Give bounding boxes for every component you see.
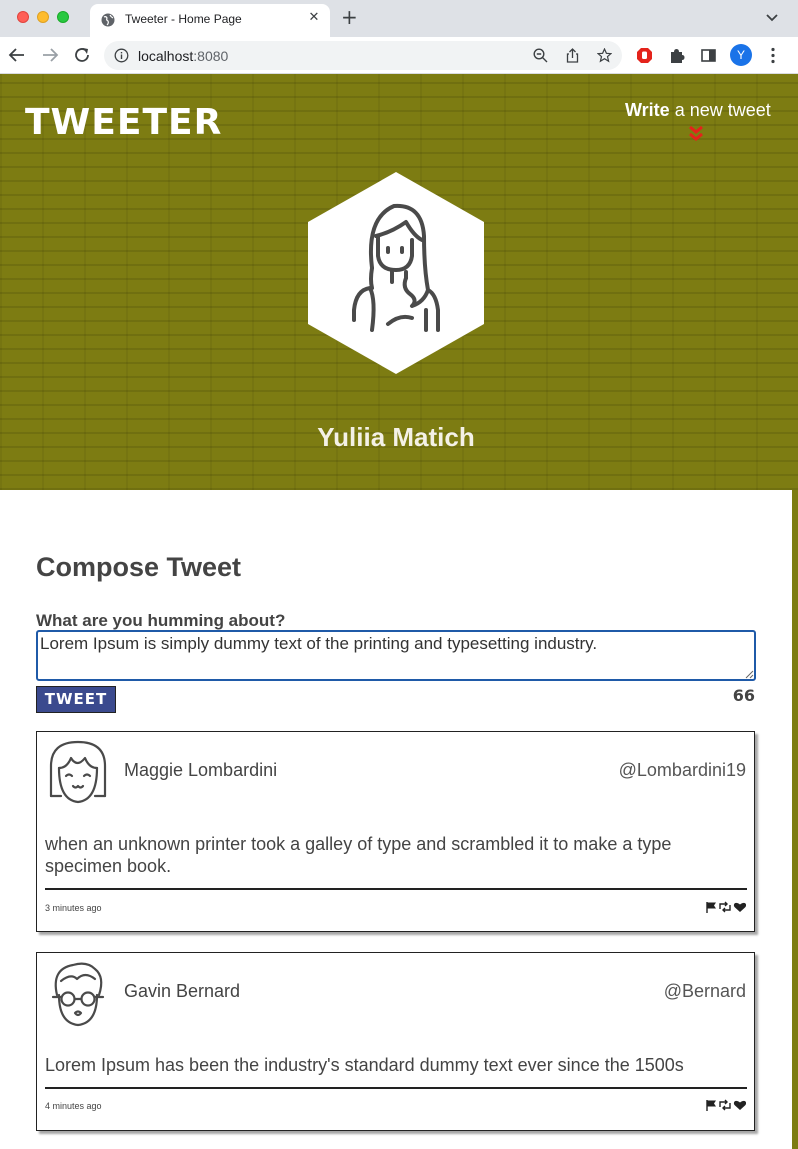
tweet-author-name: Maggie Lombardini: [124, 760, 278, 780]
write-new-tweet-link[interactable]: Write a new tweet: [625, 100, 771, 121]
write-label-bold: Write: [625, 100, 670, 120]
tweet-text: Lorem Ipsum has been the industry's stan…: [45, 1055, 684, 1075]
tweet-submit-button[interactable]: TWEET: [36, 686, 116, 713]
close-tab-icon[interactable]: ✕: [306, 10, 322, 26]
heart-icon[interactable]: [733, 902, 746, 912]
site-info-icon[interactable]: [114, 48, 129, 63]
browser-tab-bar: Tweeter - Home Page ✕ +: [0, 0, 798, 37]
share-icon[interactable]: [565, 48, 580, 63]
profile-user-name: Yuliia Matich: [317, 422, 475, 452]
tweet-author-handle: @Lombardini19: [618, 760, 746, 780]
close-window-button[interactable]: [17, 11, 29, 23]
retweet-icon[interactable]: [719, 1099, 731, 1111]
heart-icon[interactable]: [733, 1100, 746, 1110]
boy-glasses-avatar-icon: [51, 962, 105, 1027]
brand-logo[interactable]: TWEETER: [25, 102, 222, 144]
tweet-timestamp: 4 minutes ago: [45, 1101, 102, 1111]
tweet-author-handle: @Bernard: [663, 981, 746, 1001]
new-tab-button[interactable]: +: [341, 7, 358, 27]
tweet-actions: [706, 1099, 746, 1111]
compose-label: What are you humming about?: [36, 611, 286, 630]
back-arrow-icon[interactable]: [8, 46, 26, 64]
character-counter: 66: [732, 686, 755, 705]
tweet-actions: [706, 901, 746, 913]
tweet-text: when an unknown printer took a galley of…: [45, 834, 672, 876]
compose-title: Compose Tweet: [36, 552, 242, 582]
url-text: localhost:8080: [138, 48, 228, 64]
url-port: :8080: [193, 48, 229, 64]
resize-handle-icon[interactable]: [745, 670, 754, 679]
girl-bangs-avatar-icon: [49, 740, 107, 804]
extensions-puzzle-icon[interactable]: [668, 47, 685, 64]
zoom-window-button[interactable]: [57, 11, 69, 23]
flag-icon[interactable]: [706, 902, 716, 913]
stop-hand-extension-icon[interactable]: [636, 47, 653, 64]
forward-arrow-icon[interactable]: [41, 46, 59, 64]
tweet-author-name: Gavin Bernard: [124, 981, 241, 1001]
tweet-card: Maggie Lombardini @Lombardini19 when an …: [36, 731, 755, 932]
minimize-window-button[interactable]: [37, 11, 49, 23]
bookmark-star-icon[interactable]: [597, 48, 612, 63]
url-host: localhost: [138, 48, 194, 64]
profile-avatar-button[interactable]: Y: [730, 44, 752, 66]
tweet-divider: [45, 1087, 747, 1089]
profile-avatar-hexagon: [308, 172, 484, 374]
browser-toolbar: localhost:8080 Y: [0, 37, 798, 74]
write-label-rest: a new tweet: [669, 100, 771, 120]
globe-icon: [101, 13, 115, 27]
address-bar[interactable]: localhost:8080: [104, 41, 622, 70]
tweet-card: Gavin Bernard @Bernard Lorem Ipsum has b…: [36, 952, 755, 1131]
retweet-icon[interactable]: [719, 901, 731, 913]
tab-title: Tweeter - Home Page: [125, 12, 242, 26]
flag-icon[interactable]: [706, 1100, 716, 1111]
tweet-divider: [45, 888, 747, 890]
page-header: TWEETER Write a new tweet Yuliia Matich: [0, 74, 798, 490]
zoom-out-icon[interactable]: [533, 48, 548, 63]
side-panel-icon[interactable]: [700, 47, 717, 64]
tweet-text-input[interactable]: Lorem Ipsum is simply dummy text of the …: [36, 630, 756, 681]
more-menu-icon[interactable]: [770, 47, 776, 64]
reload-icon[interactable]: [73, 46, 91, 64]
browser-tab-active[interactable]: Tweeter - Home Page ✕: [90, 4, 330, 37]
double-chevron-down-icon[interactable]: [688, 126, 704, 142]
tweet-timestamp: 3 minutes ago: [45, 903, 102, 913]
chevron-down-icon[interactable]: [764, 9, 780, 25]
